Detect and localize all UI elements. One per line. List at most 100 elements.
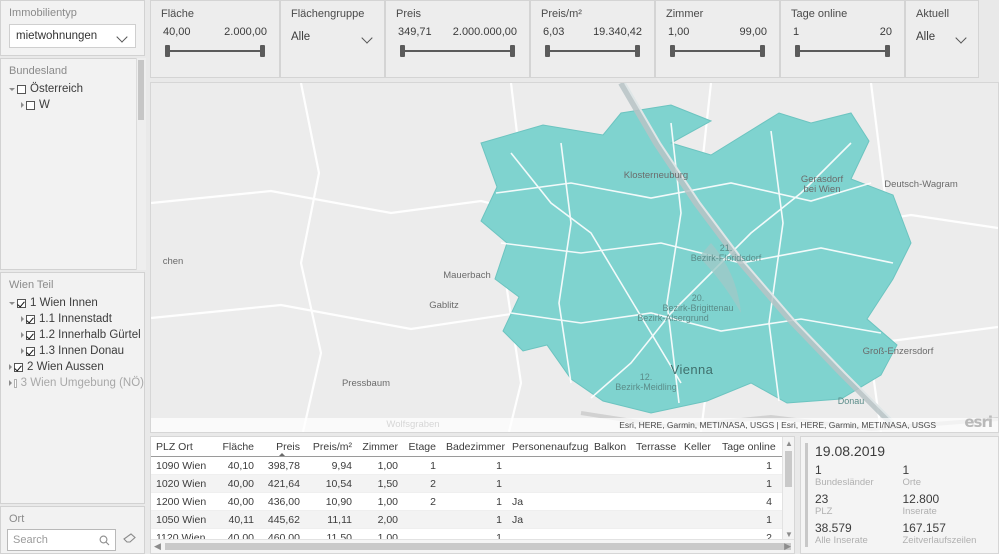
column-header-plz_ort[interactable]: PLZ Ort	[151, 437, 213, 457]
table-row[interactable]: 1200 Wien40,00436,0010,901,0021Ja4Nein🔗	[151, 492, 794, 511]
wien-teil-item-2[interactable]: 1.2 Innerhalb Gürtel	[9, 327, 144, 343]
range-slider[interactable]	[543, 45, 642, 57]
scroll-down-icon[interactable]: ▼	[785, 530, 793, 539]
range-slider[interactable]	[398, 45, 517, 57]
scroll-right-icon[interactable]: ▶	[784, 541, 791, 552]
filter-preis_m2[interactable]: Preis/m² 6,03 19.340,42	[530, 0, 655, 78]
range-slider[interactable]	[668, 45, 767, 57]
column-header-balkon[interactable]: Balkon	[589, 437, 631, 457]
filter-max-value[interactable]: 20	[880, 26, 892, 38]
filter-max-value[interactable]: 19.340,42	[593, 26, 642, 38]
cell-badezimmer: 1	[441, 510, 507, 529]
column-header-tage_online[interactable]: Tage online	[717, 437, 777, 457]
chevron-down-icon	[118, 33, 129, 40]
slider-handle-max[interactable]	[510, 45, 515, 57]
column-header-flaeche[interactable]: Fläche	[213, 437, 259, 457]
wien-teil-tree[interactable]: 1 Wien Innen 1.1 Innenstadt 1.2 Innerhalb …	[1, 294, 144, 391]
chevron-right-icon[interactable]	[21, 332, 24, 338]
checkbox[interactable]	[26, 346, 35, 356]
cell-keller	[679, 456, 717, 475]
clear-selection-icon[interactable]	[122, 533, 138, 547]
column-header-etage[interactable]: Etage	[403, 437, 441, 457]
range-slider[interactable]	[793, 45, 892, 57]
slider-handle-max[interactable]	[760, 45, 765, 57]
sidebar-scrollbar[interactable]	[136, 58, 146, 270]
filter-select[interactable]: Alle	[291, 26, 374, 48]
slider-handle-max[interactable]	[635, 45, 640, 57]
filter-max-value[interactable]: 2.000.000,00	[453, 26, 517, 38]
column-header-zimmer[interactable]: Zimmer	[357, 437, 403, 457]
scroll-up-icon[interactable]: ▲	[785, 439, 793, 448]
chevron-right-icon[interactable]	[9, 364, 12, 370]
column-header-preis[interactable]: Preis	[259, 437, 305, 457]
column-header-badezimmer[interactable]: Badezimmer	[441, 437, 507, 457]
column-header-personenaufzug[interactable]: Personenaufzug	[507, 437, 589, 457]
column-header-preis_m2[interactable]: Preis/m²	[305, 437, 357, 457]
slider-handle-max[interactable]	[885, 45, 890, 57]
vscroll-thumb[interactable]	[785, 451, 792, 487]
table-horizontal-scrollbar[interactable]: ◀ ▶	[151, 539, 794, 553]
range-slider[interactable]	[163, 45, 267, 57]
filter-min-value[interactable]: 6,03	[543, 26, 564, 38]
column-header-keller[interactable]: Keller	[679, 437, 717, 457]
slider-handle-min[interactable]	[670, 45, 675, 57]
bundesland-item-1[interactable]: W	[9, 97, 144, 113]
scroll-left-icon[interactable]: ◀	[154, 541, 161, 552]
cell-balkon	[589, 492, 631, 511]
table-vertical-scrollbar[interactable]: ▲ ▼	[782, 437, 794, 541]
filter-preis[interactable]: Preis 349,71 2.000.000,00	[385, 0, 530, 78]
filter-max-value[interactable]: 2.000,00	[224, 26, 267, 38]
filter-max-value[interactable]: 99,00	[739, 26, 767, 38]
table-row[interactable]: 1050 Wien40,11445,6211,112,001Ja1Nein🔗	[151, 510, 794, 529]
hscroll-thumb[interactable]	[165, 543, 791, 550]
chevron-down-icon[interactable]	[9, 87, 15, 91]
checkbox[interactable]	[17, 298, 26, 308]
bundesland-item-0[interactable]: Österreich	[9, 81, 144, 97]
bundesland-tree[interactable]: Österreich W	[1, 80, 144, 113]
cell-etage: 2	[403, 474, 441, 493]
checkbox[interactable]	[26, 100, 35, 110]
map-view[interactable]: chenMauerbachGablitzPressbaumWolfsgraben…	[150, 82, 999, 433]
scrollbar-thumb[interactable]	[138, 60, 144, 120]
table-row[interactable]: 1090 Wien40,10398,789,941,00111Nein🔗	[151, 456, 794, 475]
checkbox[interactable]	[14, 362, 23, 372]
slider-handle-max[interactable]	[260, 45, 265, 57]
column-header-terrasse[interactable]: Terrasse	[631, 437, 679, 457]
chevron-right-icon[interactable]	[21, 316, 24, 322]
filter-zimmer[interactable]: Zimmer 1,00 99,00	[655, 0, 780, 78]
checkbox[interactable]	[26, 330, 35, 340]
wien-teil-item-4[interactable]: 2 Wien Aussen	[9, 359, 144, 375]
table-header-row[interactable]: PLZ Ort Fläche Preis Preis/m² Zimmer Etage Bad…	[151, 437, 794, 457]
filter-flaechengruppe[interactable]: Flächengruppe Alle	[280, 0, 385, 78]
listings-table[interactable]: PLZ Ort Fläche Preis Preis/m² Zimmer Etage Bad…	[150, 436, 795, 554]
cell-preis_m2: 9,94	[305, 456, 357, 475]
filter-tage_online[interactable]: Tage online 1 20	[780, 0, 905, 78]
property-type-select[interactable]: mietwohnungen	[9, 24, 136, 48]
wien-teil-item-3[interactable]: 1.3 Innen Donau	[9, 343, 144, 359]
table-row[interactable]: 1020 Wien40,00421,6410,541,50211Nein🔗	[151, 474, 794, 493]
chevron-right-icon[interactable]	[21, 102, 24, 108]
filter-select[interactable]: Alle	[916, 26, 968, 48]
checkbox[interactable]	[17, 84, 26, 94]
filter-flaeche[interactable]: Fläche 40,00 2.000,00	[150, 0, 280, 78]
checkbox[interactable]	[14, 378, 17, 388]
wien-teil-item-5[interactable]: 3 Wien Umgebung (NÖ)	[9, 375, 144, 391]
chevron-right-icon[interactable]	[21, 348, 24, 354]
filter-aktuell[interactable]: Aktuell Alle	[905, 0, 979, 78]
slider-handle-min[interactable]	[545, 45, 550, 57]
wien-teil-item-0[interactable]: 1 Wien Innen	[9, 295, 144, 311]
wien-teil-item-1[interactable]: 1.1 Innenstadt	[9, 311, 144, 327]
map-label: chen	[162, 256, 184, 267]
filter-min-value[interactable]: 1,00	[668, 26, 689, 38]
slider-handle-min[interactable]	[795, 45, 800, 57]
slider-handle-min[interactable]	[400, 45, 405, 57]
slider-handle-min[interactable]	[165, 45, 170, 57]
filter-min-value[interactable]: 40,00	[163, 26, 191, 38]
chevron-down-icon[interactable]	[9, 301, 15, 305]
filter-min-value[interactable]: 349,71	[398, 26, 432, 38]
search-input[interactable]: Search	[7, 529, 116, 551]
chevron-right-icon[interactable]	[9, 380, 12, 386]
checkbox[interactable]	[26, 314, 35, 324]
filter-min-value[interactable]: 1	[793, 26, 799, 38]
map-attribution: Esri, HERE, Garmin, METI/NASA, USGS | Es…	[151, 418, 998, 432]
